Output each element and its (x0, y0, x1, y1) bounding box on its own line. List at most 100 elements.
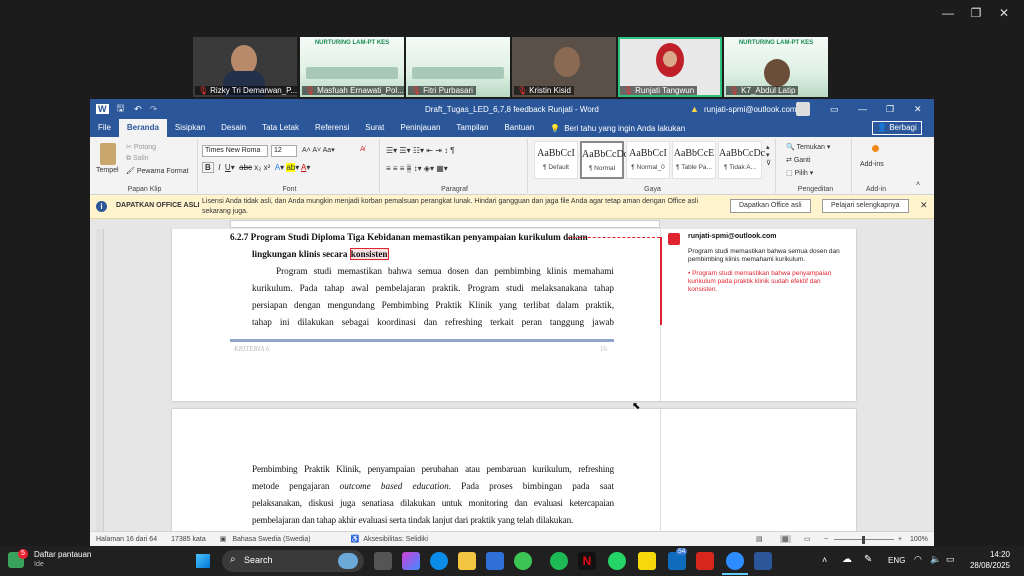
wifi-icon[interactable]: ◠ (914, 554, 922, 565)
list-buttons[interactable]: ☰▾ ☰▾ ☷▾ ⇤ ⇥ ↕ ¶ (386, 146, 455, 155)
font-group: Times New Roma 12 A˄ A˅ Aa▾ A̸ B I U▾ ab… (200, 139, 380, 193)
participant-tile[interactable]: 🎙 Kristin Kisid (512, 37, 616, 97)
tab-home[interactable]: Beranda (118, 119, 167, 137)
format-painter-button[interactable]: 🖌 Pewarna Format (126, 167, 189, 175)
sticky-notes-icon[interactable] (638, 552, 656, 570)
collapse-ribbon-icon[interactable]: ˄ (916, 181, 920, 188)
tab-help[interactable]: Bantuan (496, 119, 542, 137)
style-normal-0[interactable]: AaBbCcI ¶ Normal_0 (626, 141, 670, 179)
style-normal[interactable]: AaBbCcDc ¶ Normal (580, 141, 628, 179)
word-app-icon[interactable] (754, 552, 772, 570)
tab-file[interactable]: File (90, 119, 119, 137)
widget-title[interactable]: Daftar pantauan (34, 550, 91, 559)
font-size-select[interactable]: 12 (271, 145, 297, 157)
participant-tile[interactable]: 🎙 Rizky Tri Demarwan_P... (193, 37, 297, 97)
spotify-icon[interactable] (550, 552, 568, 570)
save-icon[interactable]: 🖫 (117, 101, 125, 117)
close-icon[interactable]: ✕ (914, 104, 922, 115)
format-buttons[interactable]: B I U▾ abc x₂ x² A▾ ab▾ A▾ (202, 162, 310, 173)
style-table-paragraph[interactable]: AaBbCcE ¶ Table Pa... (672, 141, 716, 179)
acrobat-icon[interactable] (696, 552, 714, 570)
windows-start-icon[interactable] (196, 554, 210, 568)
zoom-level[interactable]: 100% (910, 536, 928, 543)
task-view-icon[interactable] (374, 552, 392, 570)
restore-icon[interactable]: ❐ (966, 6, 986, 20)
comment-balloon[interactable]: runjati-spmi@outlook.com Program studi m… (668, 233, 848, 294)
search-label: Search (244, 555, 273, 565)
copilot-icon[interactable] (402, 552, 420, 570)
style-no-spacing[interactable]: AaBbCcDc ¶ Tidak A... (718, 141, 765, 179)
edge-icon[interactable] (430, 552, 448, 570)
netflix-icon[interactable]: N (578, 552, 596, 570)
document-area[interactable]: 6.2.7 Program Studi Diploma Tiga Kebidan… (90, 229, 934, 531)
proofing-icon[interactable]: ▣ (220, 535, 227, 543)
file-explorer-icon[interactable] (458, 552, 476, 570)
close-icon[interactable]: ✕ (920, 200, 928, 211)
commented-text[interactable]: konsisten (349, 248, 389, 260)
participant-tile[interactable]: NURTURING LAM-PT KES 🎙 Masfuah Ernawati_P… (300, 37, 404, 97)
accessibility-status[interactable]: Aksesibilitas: Selidiki (363, 536, 428, 543)
clock-date[interactable]: 28/08/2025 (958, 561, 1010, 570)
zoom-app-icon[interactable] (726, 552, 744, 570)
page-17[interactable]: Pembimbing Praktik Klinik, penyampaian p… (172, 409, 856, 531)
replace-button[interactable]: ⇄ Ganti (786, 156, 811, 164)
zoom-out-icon[interactable]: − (824, 536, 828, 543)
language-indicator[interactable]: ENG (888, 556, 905, 565)
tab-mailings[interactable]: Surat (357, 119, 392, 137)
search-box[interactable]: ⌕ Search (222, 550, 364, 572)
pen-icon[interactable]: ✎ (864, 554, 872, 565)
zoom-slider-thumb[interactable] (862, 536, 865, 544)
addins-button[interactable]: Add-ins (860, 161, 884, 168)
web-layout-icon[interactable]: ▭ (804, 535, 811, 543)
tab-view[interactable]: Tampilan (448, 119, 496, 137)
paste-button[interactable]: Tempel (96, 167, 119, 174)
print-layout-icon[interactable]: ▦ (780, 535, 791, 543)
get-office-button[interactable]: Dapatkan Office asli (730, 199, 811, 213)
page-count[interactable]: Halaman 16 dari 64 (96, 536, 157, 543)
store-icon[interactable] (486, 552, 504, 570)
avatar[interactable] (796, 102, 810, 116)
minimize-icon[interactable]: — (858, 104, 867, 114)
tab-review[interactable]: Peninjauan (392, 119, 448, 137)
copy-button[interactable]: ⧉ Salin (126, 155, 149, 163)
participant-tile-active[interactable]: 🎙 Runjati Tangwun (618, 37, 722, 97)
learn-more-button[interactable]: Pelajari selengkapnya (822, 199, 909, 213)
participant-tile[interactable]: NURTURING LAM-PT KES 🎙 K7_Abdul Latip (724, 37, 828, 97)
tab-layout[interactable]: Tata Letak (254, 119, 307, 137)
style-default[interactable]: AaBbCcI ¶ Default (534, 141, 578, 179)
whatsapp-icon[interactable] (608, 552, 626, 570)
select-button[interactable]: ⬚ Pilih ▾ (786, 169, 813, 177)
ruler[interactable] (90, 219, 934, 229)
read-mode-icon[interactable]: ▤ (756, 535, 763, 543)
find-button[interactable]: 🔍 Temukan ▾ (786, 143, 830, 151)
undo-icon[interactable]: ↶ (134, 104, 142, 115)
redo-icon[interactable]: ↷ (150, 104, 158, 115)
zoom-in-icon[interactable]: + (898, 536, 902, 543)
volume-icon[interactable]: 🔈 (930, 554, 941, 565)
battery-icon[interactable]: ▭ (946, 554, 955, 565)
close-icon[interactable]: ✕ (994, 6, 1014, 20)
maximize-icon[interactable]: ❐ (886, 104, 894, 115)
participant-tile[interactable]: 🎙 Fitri Purbasari (406, 37, 510, 97)
word-count[interactable]: 17385 kata (171, 536, 206, 543)
tab-insert[interactable]: Sisipkan (167, 119, 213, 137)
chrome-icon[interactable] (514, 552, 532, 570)
tab-design[interactable]: Desain (213, 119, 254, 137)
clock-time[interactable]: 14:20 (972, 550, 1010, 559)
cloud-icon[interactable]: ☁ (842, 554, 852, 565)
minimize-icon[interactable]: — (938, 6, 958, 20)
tell-me-search[interactable]: Beri tahu yang ingin Anda lakukan (564, 124, 685, 133)
cut-button[interactable]: ✂ Potong (126, 143, 156, 151)
language[interactable]: Bahasa Swedia (Swedia) (232, 536, 310, 543)
user-email[interactable]: runjati-spmi@outlook.com (704, 105, 797, 114)
font-size-buttons[interactable]: A˄ A˅ Aa▾ (302, 146, 335, 154)
chevron-up-icon[interactable]: ˄ (822, 555, 827, 565)
align-buttons[interactable]: ≡ ≡ ≡ ≡ ↕▾ ◈▾ ▦▾ (386, 164, 448, 173)
ribbon-display-icon[interactable]: ▭ (830, 104, 839, 115)
clear-format-icon[interactable]: A̸ (360, 146, 365, 153)
styles-more-icon[interactable]: ▴ ▾ ⊽ (766, 143, 771, 167)
page-16[interactable]: 6.2.7 Program Studi Diploma Tiga Kebidan… (172, 229, 856, 401)
share-button[interactable]: 👤 Berbagi (872, 121, 922, 135)
tab-references[interactable]: Referensi (307, 119, 357, 137)
font-name-select[interactable]: Times New Roma (202, 145, 268, 157)
